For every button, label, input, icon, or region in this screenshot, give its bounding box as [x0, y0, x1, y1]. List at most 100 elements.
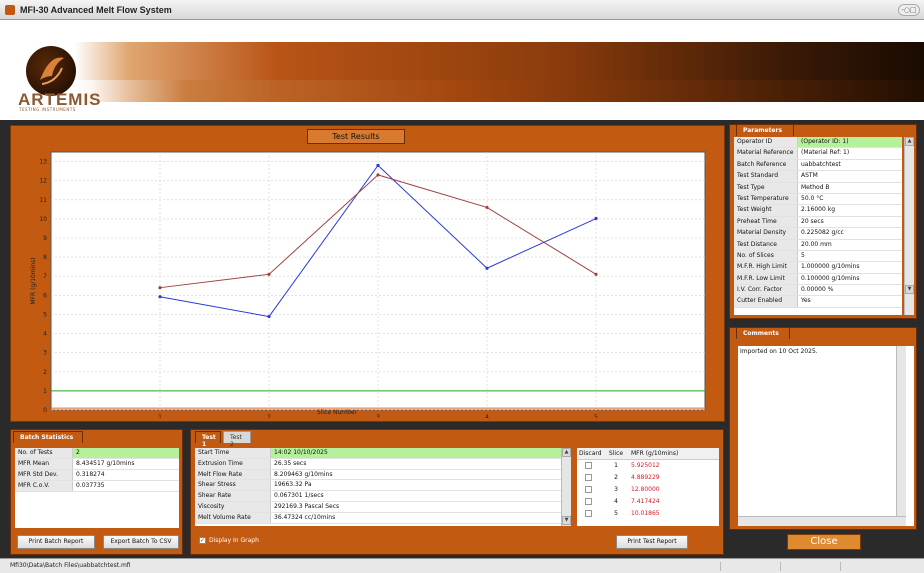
- y-tick-label: 10: [39, 216, 47, 223]
- slice-number: 5: [614, 510, 618, 517]
- export-batch-csv-button[interactable]: Export Batch To CSV: [103, 535, 179, 549]
- y-tick-label: 6: [43, 292, 47, 299]
- y-axis-label: MFR (g/10mins): [30, 257, 37, 304]
- parameter-value: 50.0 °C: [801, 194, 824, 202]
- parameter-row: Material Density 0.225082 g/cc: [734, 228, 902, 240]
- test-key: Start Time: [195, 448, 271, 458]
- test-row: Shear Rate 0.067301 1/secs: [195, 491, 561, 502]
- discard-cell: [577, 460, 605, 472]
- tab-comments[interactable]: Comments: [736, 327, 790, 339]
- parameter-value: 1.000000 g/10mins: [801, 263, 860, 271]
- slice-row: 2 4.889229: [577, 472, 719, 484]
- test-row: Viscosity 292169.3 Pascal Secs: [195, 501, 561, 513]
- discard-checkbox[interactable]: [585, 510, 592, 517]
- test-key: Viscosity: [195, 501, 271, 512]
- tab-batch-statistics[interactable]: Batch Statistics: [13, 431, 83, 443]
- batch-value: 8.434517 g/10mins: [76, 460, 135, 467]
- window-controls[interactable]: -○□: [898, 4, 920, 16]
- discard-checkbox[interactable]: [585, 486, 592, 493]
- y-tick-label: 9: [43, 235, 47, 242]
- discard-cell: [577, 496, 605, 508]
- parameter-row: M.F.R. High Limit 1.000000 g/10mins: [734, 262, 902, 274]
- print-test-report-button[interactable]: Print Test Report: [616, 535, 688, 549]
- data-point: [594, 272, 598, 276]
- y-tick-label: 1: [43, 388, 47, 395]
- parameter-row: Preheat Time 20 secs: [734, 216, 902, 229]
- scroll-up-icon[interactable]: ▲: [562, 448, 571, 457]
- discard-checkbox[interactable]: [585, 474, 592, 481]
- batch-key: No. of Tests: [15, 448, 73, 458]
- comments-textarea[interactable]: Imported on 10 Oct 2025.: [738, 346, 914, 526]
- parameter-row: Operator ID (Operator ID: 1): [734, 137, 902, 149]
- scroll-up-icon[interactable]: ▲: [905, 137, 914, 146]
- batch-key: MFR Std Dev.: [15, 470, 73, 480]
- status-divider: [720, 562, 721, 571]
- batch-value: 0.037735: [76, 482, 105, 489]
- x-tick-label: 1: [158, 414, 162, 418]
- parameter-value: Yes: [801, 297, 811, 305]
- test-row: Shear Stress 19663.32 Pa: [195, 480, 561, 492]
- discard-header: Discard: [579, 450, 602, 457]
- tab-test-2[interactable]: Test 2: [223, 431, 251, 448]
- print-batch-report-button[interactable]: Print Batch Report: [17, 535, 95, 549]
- parameter-value: (Operator ID: 1): [798, 137, 902, 148]
- checkmark-icon[interactable]: ✓: [199, 537, 206, 544]
- slice-row: 5 10.01865: [577, 508, 719, 520]
- comments-text: Imported on 10 Oct 2025.: [740, 348, 818, 355]
- tab-test-1[interactable]: Test 1: [195, 431, 221, 448]
- batch-row: MFR Mean 8.434517 g/10mins: [15, 459, 179, 470]
- x-tick-label: 5: [594, 414, 598, 418]
- discard-checkbox[interactable]: [585, 462, 592, 469]
- comments-horizontal-scrollbar[interactable]: [738, 516, 906, 526]
- status-bar: Mfi30\Data\Batch Files\uabbatchtest.mfi: [0, 558, 924, 573]
- parameter-row: No. of Slices 5: [734, 250, 902, 263]
- data-point: [267, 272, 271, 276]
- parameter-row: M.F.R. Low Limit 0.100000 g/10mins: [734, 273, 902, 286]
- scroll-down-icon[interactable]: ▼: [905, 285, 914, 294]
- chart-panel: Test Results 0 1 2 3 4 5 6 7 8 9 10 11 12 13 1 2 3 4 5 Sli…: [10, 125, 725, 422]
- y-tick-label: 8: [43, 254, 47, 261]
- data-point: [376, 173, 380, 177]
- banner: [0, 20, 924, 120]
- tab-parameters[interactable]: Parameters: [736, 124, 794, 136]
- display-in-graph-label: Display In Graph: [209, 537, 259, 544]
- test-key: Extrusion Time: [195, 458, 271, 469]
- slice-number: 2: [614, 474, 618, 481]
- slice-header: Slice: [608, 450, 624, 457]
- discard-checkbox[interactable]: [585, 498, 592, 505]
- batch-value: 0.318274: [76, 471, 105, 478]
- parameter-key: Test Standard: [734, 171, 798, 182]
- test-row: Melt Flow Rate 8.209463 g/10mins: [195, 469, 561, 481]
- slice-mfr: 10.01865: [631, 510, 660, 517]
- x-axis-label: Slice Number: [317, 409, 358, 416]
- test-value: 26.35 secs: [274, 459, 307, 467]
- test-results-scrollbar[interactable]: ▲ ▼: [561, 448, 571, 526]
- parameter-key: Test Type: [734, 182, 798, 193]
- data-point: [267, 314, 271, 319]
- parameters-scrollbar[interactable]: ▲ ▼: [904, 137, 914, 315]
- parameter-key: I.V. Corr. Factor: [734, 285, 798, 296]
- slice-number: 4: [614, 498, 618, 505]
- test-key: Melt Flow Rate: [195, 469, 271, 480]
- slice-row: 1 5.925012: [577, 460, 719, 472]
- data-point: [158, 295, 162, 299]
- test-key: Shear Rate: [195, 491, 271, 501]
- slices-table: Discard Slice MFR (g/10mins) 1 5.925012 2 4…: [577, 448, 719, 526]
- parameter-row: I.V. Corr. Factor 0.00000 %: [734, 285, 902, 297]
- banner-gradient-lower: [0, 80, 924, 102]
- test-key: Shear Stress: [195, 480, 271, 491]
- status-divider: [840, 562, 841, 571]
- scroll-down-icon[interactable]: ▼: [562, 516, 571, 525]
- test-key: Melt Volume Rate: [195, 512, 271, 523]
- parameter-value: uabbatchtest: [801, 160, 841, 168]
- parameter-key: Batch Reference: [734, 159, 798, 171]
- close-button[interactable]: Close: [787, 534, 861, 550]
- parameter-row: Test Standard ASTM: [734, 171, 902, 183]
- parameter-value: 5: [801, 251, 805, 259]
- display-in-graph-checkbox[interactable]: ✓ Display In Graph: [199, 537, 259, 544]
- slice-mfr: 12.80000: [631, 486, 660, 493]
- mfr-chart: 0123456789101112131 2 3 4 5 Slice Number MFR…: [17, 146, 721, 418]
- comments-scrollbar[interactable]: [896, 346, 906, 516]
- parameter-value: 2.16000 kg: [801, 206, 836, 214]
- parameter-value: 0.00000 %: [801, 286, 834, 294]
